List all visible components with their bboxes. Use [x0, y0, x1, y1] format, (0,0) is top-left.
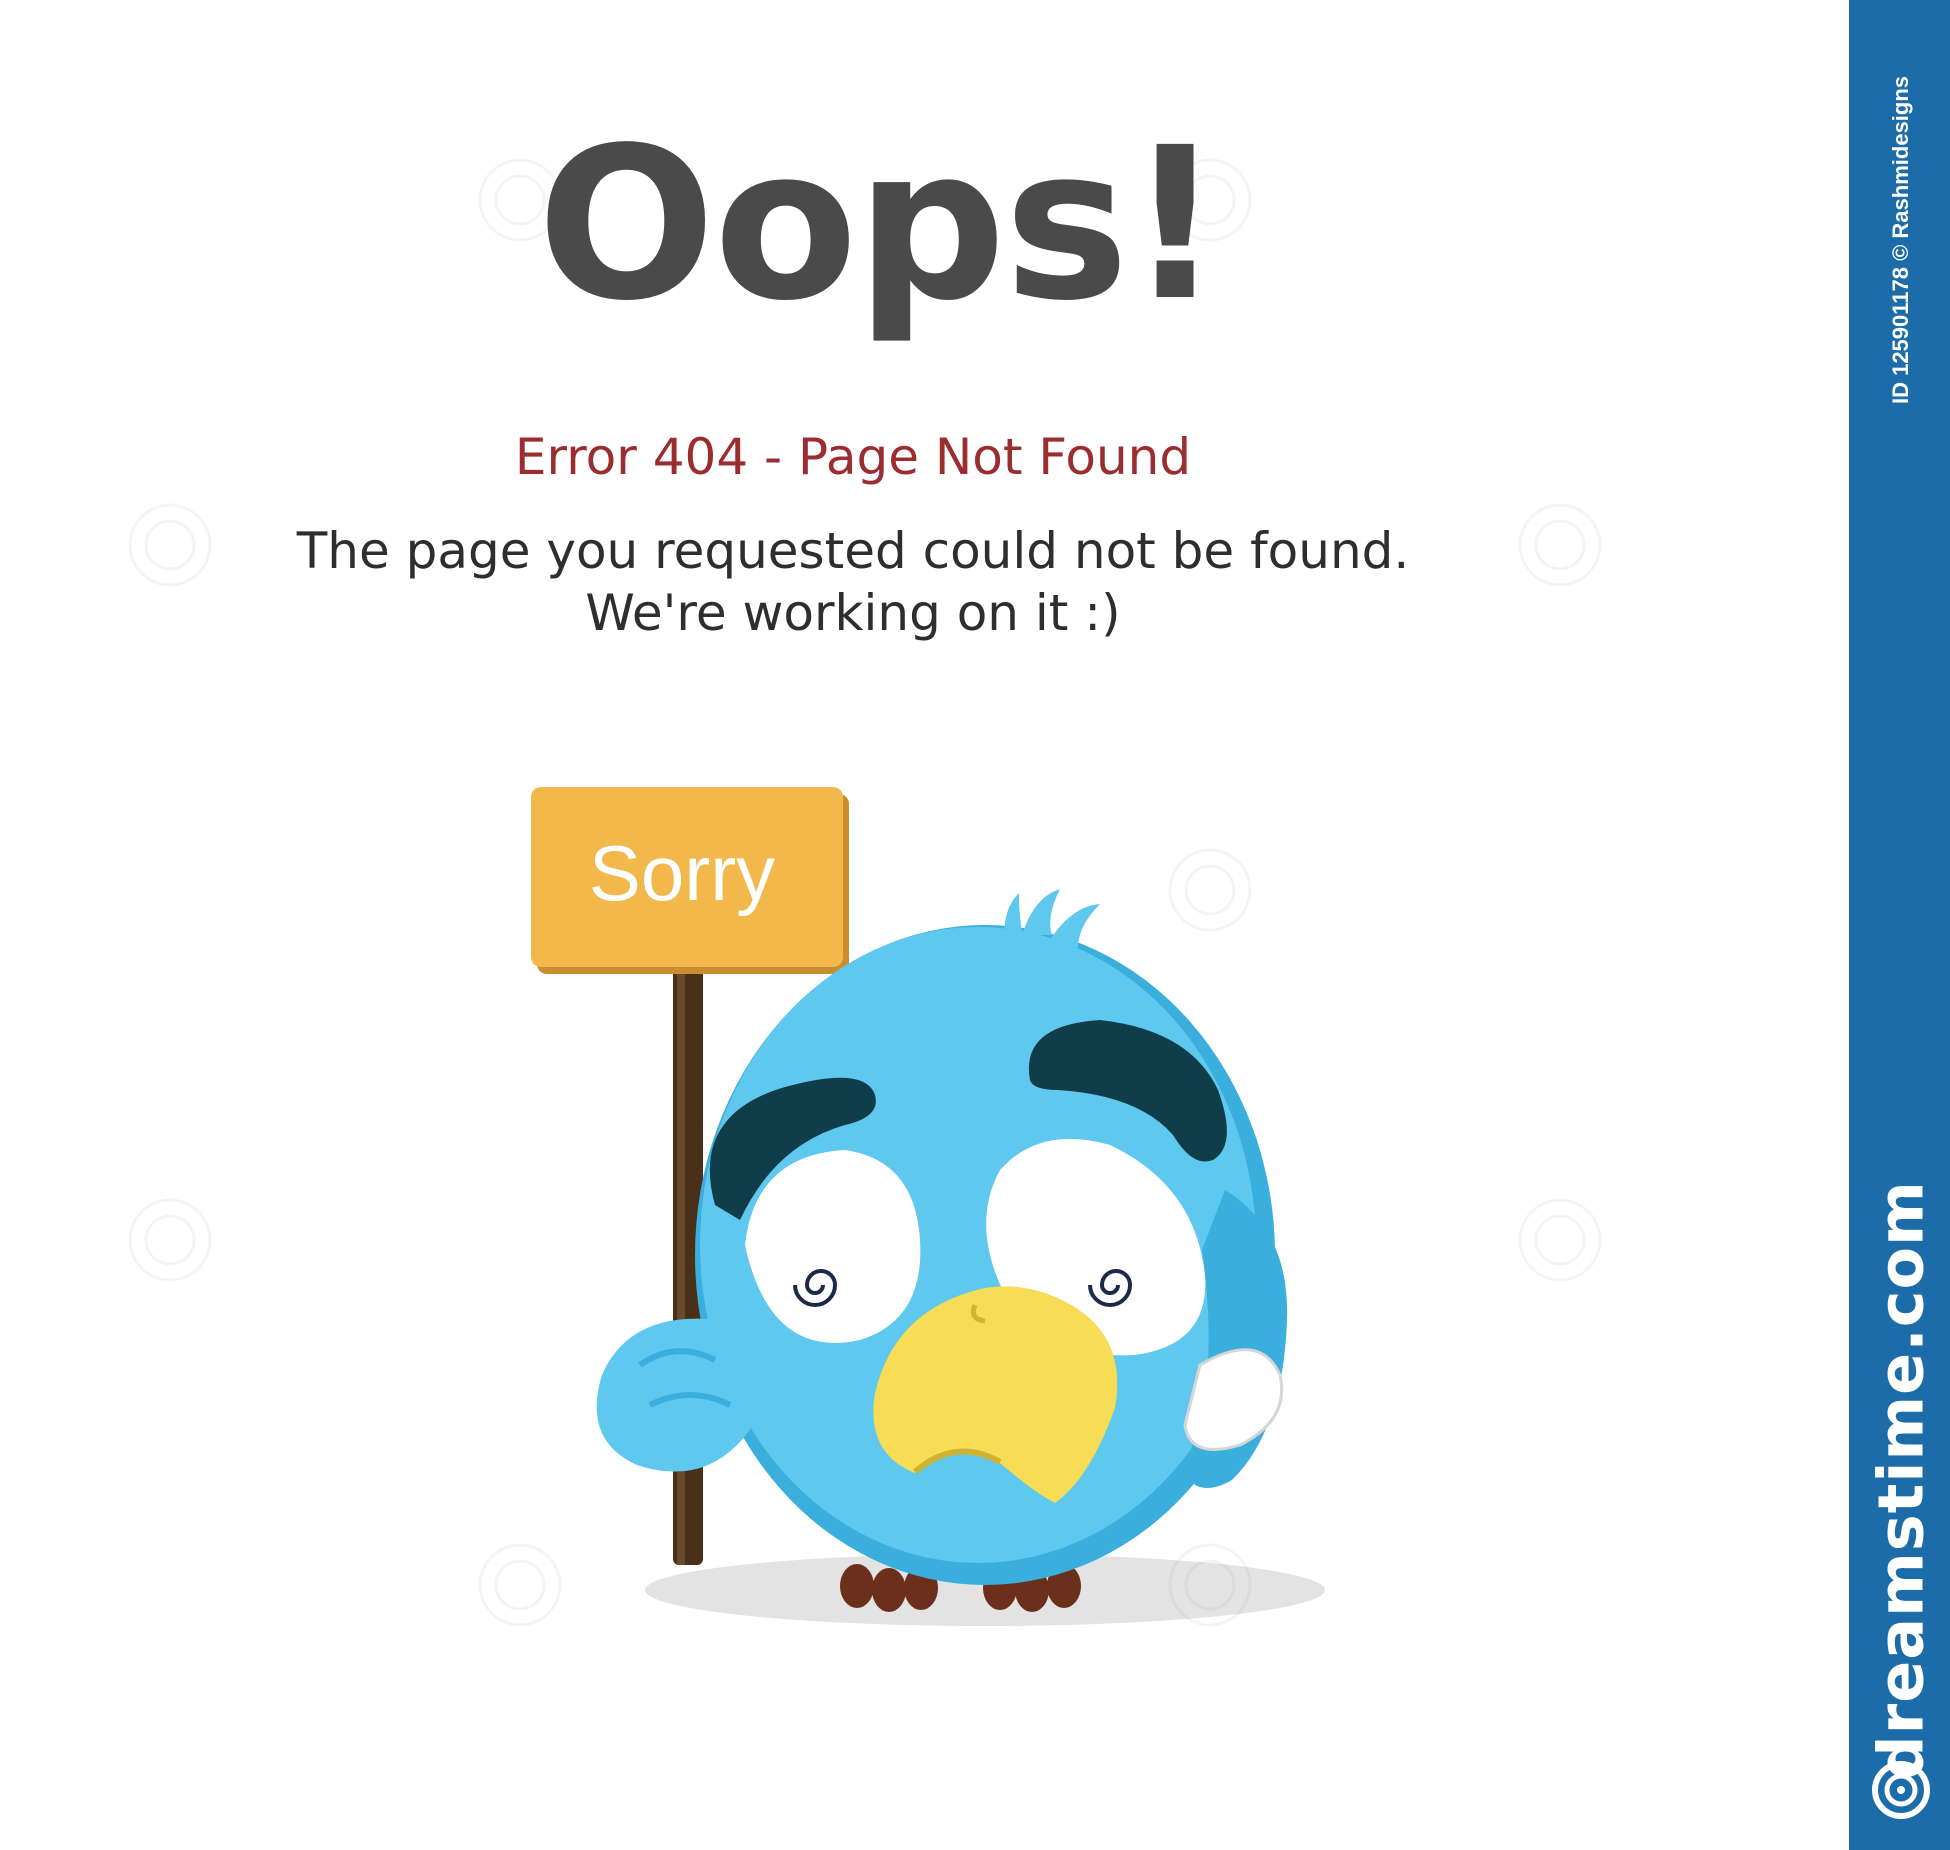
image-id-credit: ID 125901178 © Rashmidesigns	[1888, 75, 1913, 405]
bird-left-wing	[596, 1318, 764, 1472]
main-content: Oops! Error 404 - Page Not Found The pag…	[0, 0, 1846, 1850]
sorry-sign: Sorry	[531, 787, 849, 974]
dreamstime-swirl-icon	[1872, 1761, 1930, 1819]
sorry-bird-illustration: Sorry	[128, 158, 1602, 1627]
error-page: Oops! Error 404 - Page Not Found The pag…	[0, 0, 1950, 1850]
sign-label: Sorry	[589, 829, 775, 917]
brand-name: dreamstime.com	[1864, 1180, 1938, 1780]
stock-watermark-sidebar: ID 125901178 © Rashmidesigns dreamstime.…	[1846, 0, 1950, 1850]
